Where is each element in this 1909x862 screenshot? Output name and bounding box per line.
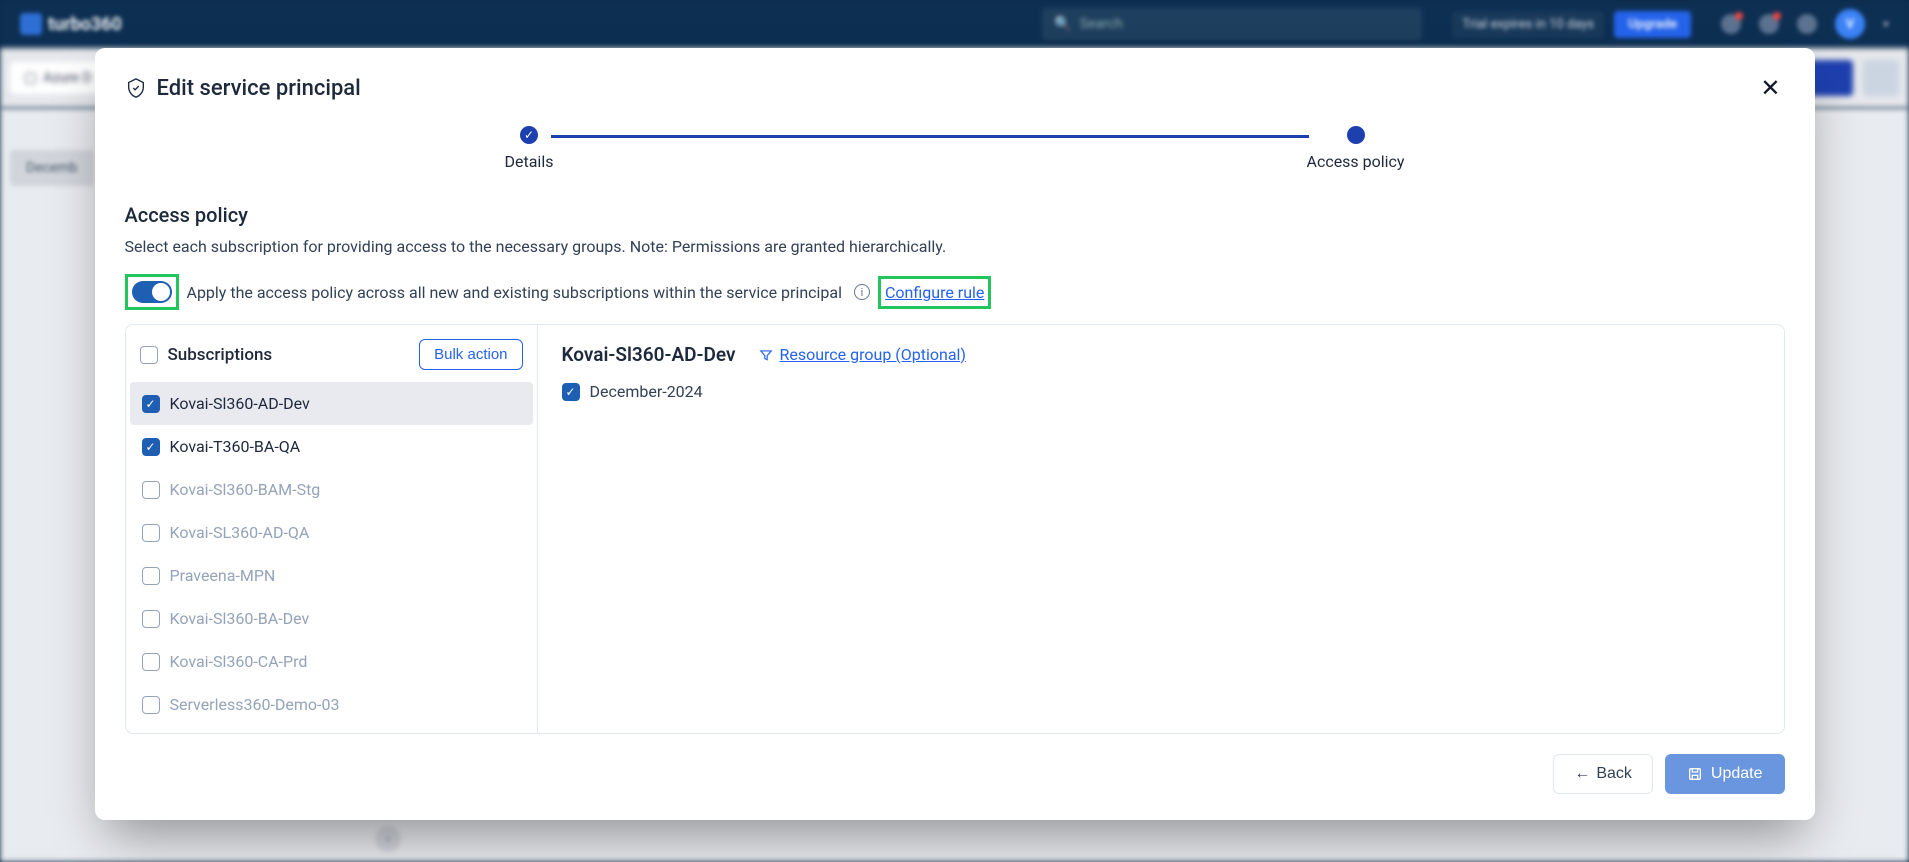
subscription-label: Kovai-SL360-AD-QA <box>170 523 310 542</box>
subscription-checkbox[interactable] <box>142 481 160 499</box>
resource-groups-list: ✓ December-2024 <box>562 382 1760 401</box>
check-icon: ✓ <box>565 386 575 398</box>
resource-groups-pane: Kovai-Sl360-AD-Dev Resource group (Optio… <box>538 325 1784 733</box>
subscription-checkbox[interactable] <box>142 696 160 714</box>
apply-policy-toggle[interactable] <box>132 281 172 303</box>
apply-policy-row: Apply the access policy across all new a… <box>125 274 1785 310</box>
step-circle-2 <box>1347 126 1365 144</box>
step-label-2: Access policy <box>1307 152 1405 171</box>
step-label-1: Details <box>505 152 554 171</box>
resource-group-label: December-2024 <box>590 382 703 401</box>
resource-groups-header: Kovai-Sl360-AD-Dev Resource group (Optio… <box>562 343 1760 366</box>
subscription-item[interactable]: Kovai-Sl360-BAM-Stg <box>130 468 533 511</box>
subscriptions-header-left: Subscriptions <box>140 345 273 365</box>
check-icon: ✓ <box>524 129 534 141</box>
update-button[interactable]: Update <box>1665 754 1785 794</box>
resource-group-checkbox[interactable]: ✓ <box>562 383 580 401</box>
toggle-highlight <box>125 274 179 310</box>
check-icon: ✓ <box>145 441 155 453</box>
subscription-label: Kovai-T360-BA-QA <box>170 437 301 456</box>
info-icon[interactable]: i <box>854 284 870 300</box>
edit-service-principal-modal: Edit service principal ✕ ✓ Details Acces… <box>95 48 1815 820</box>
modal-title: Edit service principal <box>157 76 361 101</box>
configure-highlight: Configure rule <box>878 276 991 309</box>
close-button[interactable]: ✕ <box>1756 72 1784 104</box>
arrow-left-icon: ← <box>1574 765 1590 783</box>
close-icon: ✕ <box>1760 74 1780 102</box>
subscription-label: Serverless360-Demo-03 <box>170 695 340 714</box>
step-connector <box>551 135 1308 138</box>
subscriptions-label: Subscriptions <box>168 345 273 365</box>
selected-subscription-title: Kovai-Sl360-AD-Dev <box>562 343 736 366</box>
subscription-checkbox[interactable] <box>142 567 160 585</box>
filter-icon <box>759 348 773 362</box>
subscription-item[interactable]: Serverless360-Demo-03 <box>130 683 533 726</box>
section-title: Access policy <box>125 203 1785 227</box>
subscription-label: Kovai-Sl360-CA-Prd <box>170 652 308 671</box>
bulk-action-button[interactable]: Bulk action <box>419 339 522 370</box>
subscription-item[interactable]: Praveena-MPN <box>130 554 533 597</box>
apply-policy-text: Apply the access policy across all new a… <box>187 283 843 302</box>
configure-rule-link[interactable]: Configure rule <box>885 283 984 302</box>
subscription-checkbox[interactable] <box>142 610 160 628</box>
subscription-item[interactable]: Kovai-Sl360-BA-Dev <box>130 597 533 640</box>
back-button[interactable]: ← Back <box>1553 754 1653 794</box>
subscription-item[interactable]: Kovai-Sl360-CA-Prd <box>130 640 533 683</box>
subscription-item[interactable]: ✓ Kovai-Sl360-AD-Dev <box>130 382 533 425</box>
modal-header: Edit service principal ✕ <box>125 72 1785 104</box>
resource-group-item[interactable]: ✓ December-2024 <box>562 382 1760 401</box>
subscription-label: Kovai-Sl360-AD-Dev <box>170 394 310 413</box>
update-button-label: Update <box>1711 765 1763 783</box>
subscription-checkbox[interactable] <box>142 524 160 542</box>
modal-footer: ← Back Update <box>125 754 1785 794</box>
subscriptions-list[interactable]: ✓ Kovai-Sl360-AD-Dev ✓ Kovai-T360-BA-QA Kova… <box>126 382 537 733</box>
step-access-policy[interactable]: Access policy <box>1307 126 1405 171</box>
subscription-checkbox[interactable]: ✓ <box>142 438 160 456</box>
subscription-label: Kovai-Sl360-BA-Dev <box>170 609 310 628</box>
subscription-item[interactable]: Kovai-SL360-AD-QA <box>130 511 533 554</box>
subscription-label: Kovai-Sl360-BAM-Stg <box>170 480 321 499</box>
service-principal-icon <box>125 77 147 99</box>
save-icon <box>1687 766 1703 782</box>
check-icon: ✓ <box>145 398 155 410</box>
section-description: Select each subscription for providing a… <box>125 237 1785 256</box>
stepper: ✓ Details Access policy <box>505 126 1405 171</box>
resource-group-link-text: Resource group (Optional) <box>779 345 966 364</box>
subscription-checkbox[interactable] <box>142 653 160 671</box>
subscriptions-pane: Subscriptions Bulk action ✓ Kovai-Sl360-A… <box>126 325 538 733</box>
step-details[interactable]: ✓ Details <box>505 126 554 171</box>
modal-title-wrap: Edit service principal <box>125 76 361 101</box>
modal-overlay: Edit service principal ✕ ✓ Details Acces… <box>0 0 1909 862</box>
subscription-item[interactable]: ✓ Kovai-T360-BA-QA <box>130 425 533 468</box>
policy-panes: Subscriptions Bulk action ✓ Kovai-Sl360-A… <box>125 324 1785 734</box>
back-button-label: Back <box>1596 765 1632 783</box>
step-circle-1: ✓ <box>520 126 538 144</box>
select-all-checkbox[interactable] <box>140 346 158 364</box>
subscription-checkbox[interactable]: ✓ <box>142 395 160 413</box>
subscriptions-header: Subscriptions Bulk action <box>126 325 537 382</box>
resource-group-link[interactable]: Resource group (Optional) <box>759 345 966 364</box>
subscription-label: Praveena-MPN <box>170 566 276 585</box>
